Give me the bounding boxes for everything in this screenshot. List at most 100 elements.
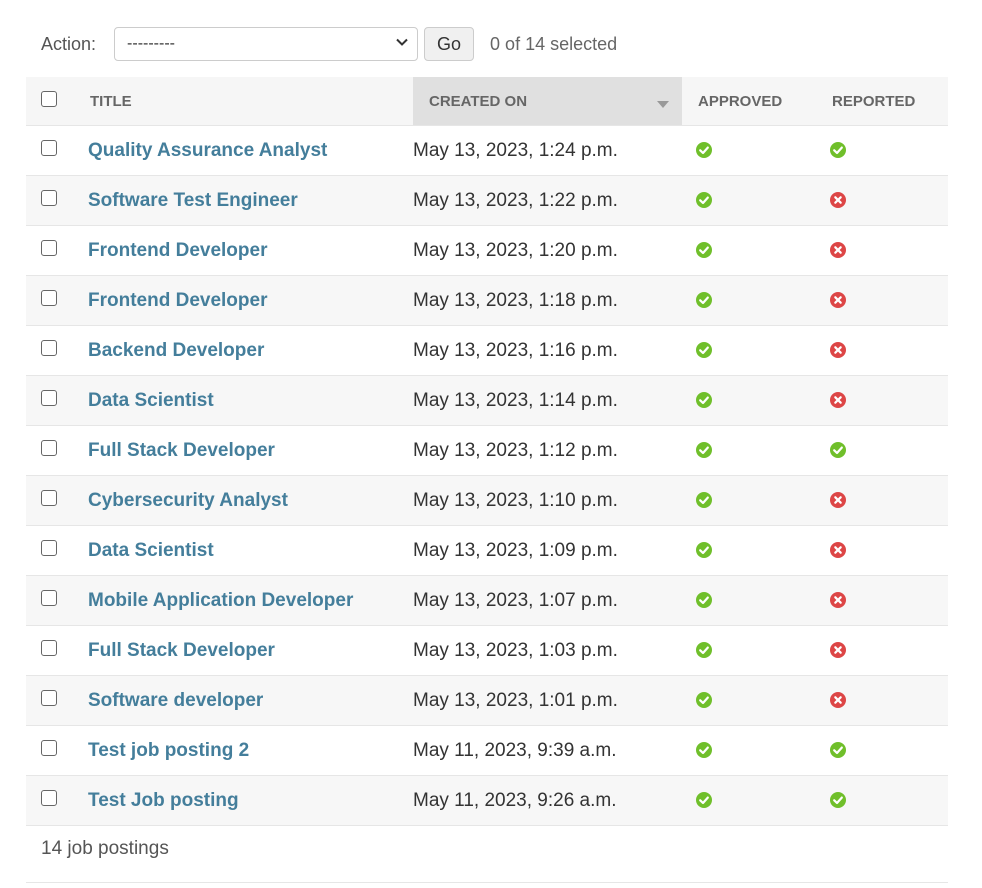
row-checkbox[interactable] (41, 639, 57, 656)
created-on-cell: May 13, 2023, 1:09 p.m. (413, 525, 682, 576)
row-checkbox[interactable] (41, 289, 57, 306)
row-checkbox[interactable] (41, 389, 57, 406)
row-checkbox[interactable] (41, 489, 57, 506)
approved-cell (682, 375, 816, 426)
created-on-value: May 13, 2023, 1:09 p.m. (413, 539, 618, 561)
column-header-created-on[interactable]: CREATED ON (413, 77, 682, 126)
title-cell: Frontend Developer (74, 225, 413, 276)
row-checkbox[interactable] (41, 689, 57, 706)
created-on-cell: May 11, 2023, 9:39 a.m. (413, 725, 682, 776)
row-select-cell (26, 425, 74, 476)
actions-bar: Action: --------- Go 0 of 14 selected (41, 26, 617, 62)
table-row: Mobile Application Developer May 13, 2023… (26, 575, 948, 626)
job-title-link[interactable]: Software developer (88, 690, 263, 711)
job-title-link[interactable]: Full Stack Developer (88, 440, 275, 461)
results-table: TITLE CREATED ON APPROVED REPORTED Quali… (26, 77, 948, 826)
check-circle-icon (830, 792, 846, 809)
table-row: Frontend Developer May 13, 2023, 1:20 p.m… (26, 225, 948, 276)
column-header-title[interactable]: TITLE (74, 77, 413, 126)
job-title-link[interactable]: Cybersecurity Analyst (88, 490, 288, 511)
created-on-cell: May 13, 2023, 1:10 p.m. (413, 475, 682, 526)
x-circle-icon (830, 292, 846, 309)
title-cell: Cybersecurity Analyst (74, 475, 413, 526)
approved-cell (682, 425, 816, 476)
table-row: Full Stack Developer May 13, 2023, 1:12 p… (26, 425, 948, 476)
column-header-approved[interactable]: APPROVED (682, 77, 816, 126)
title-cell: Full Stack Developer (74, 425, 413, 476)
created-on-value: May 13, 2023, 1:03 p.m. (413, 639, 618, 661)
select-all-checkbox[interactable] (41, 91, 57, 107)
created-on-value: May 13, 2023, 1:16 p.m. (413, 339, 618, 361)
created-on-cell: May 13, 2023, 1:18 p.m. (413, 275, 682, 326)
check-circle-icon (696, 492, 712, 509)
row-checkbox[interactable] (41, 589, 57, 606)
x-circle-icon (830, 542, 846, 559)
row-checkbox[interactable] (41, 539, 57, 556)
row-checkbox[interactable] (41, 789, 57, 806)
job-title-link[interactable]: Test job posting 2 (88, 740, 249, 761)
check-circle-icon (696, 692, 712, 709)
table-row: Frontend Developer May 13, 2023, 1:18 p.m… (26, 275, 948, 326)
created-on-cell: May 13, 2023, 1:07 p.m. (413, 575, 682, 626)
column-header-reported[interactable]: REPORTED (816, 77, 948, 126)
created-on-cell: May 13, 2023, 1:12 p.m. (413, 425, 682, 476)
x-circle-icon (830, 692, 846, 709)
table-header-row: TITLE CREATED ON APPROVED REPORTED (26, 77, 948, 126)
job-title-link[interactable]: Test Job posting (88, 790, 239, 811)
job-title-link[interactable]: Frontend Developer (88, 290, 267, 311)
job-title-link[interactable]: Frontend Developer (88, 240, 267, 261)
job-title-link[interactable]: Full Stack Developer (88, 640, 275, 661)
check-circle-icon (830, 142, 846, 159)
created-on-cell: May 13, 2023, 1:20 p.m. (413, 225, 682, 276)
row-select-cell (26, 275, 74, 326)
reported-cell (816, 375, 948, 426)
job-title-link[interactable]: Data Scientist (88, 540, 214, 561)
created-on-cell: May 13, 2023, 1:22 p.m. (413, 175, 682, 226)
approved-cell (682, 725, 816, 776)
job-title-link[interactable]: Mobile Application Developer (88, 590, 353, 611)
title-cell: Data Scientist (74, 525, 413, 576)
row-select-cell (26, 175, 74, 226)
reported-cell (816, 125, 948, 176)
table-row: Software Test Engineer May 13, 2023, 1:22… (26, 175, 948, 226)
footer-divider (26, 882, 948, 883)
row-select-cell (26, 625, 74, 676)
check-circle-icon (830, 742, 846, 759)
row-checkbox[interactable] (41, 189, 57, 206)
job-title-link[interactable]: Quality Assurance Analyst (88, 140, 327, 161)
table-row: Cybersecurity Analyst May 13, 2023, 1:10 … (26, 475, 948, 526)
sort-descending-icon[interactable] (657, 101, 669, 108)
table-row: Test Job posting May 11, 2023, 9:26 a.m. (26, 775, 948, 826)
title-cell: Data Scientist (74, 375, 413, 426)
approved-cell (682, 625, 816, 676)
action-select[interactable]: --------- (114, 27, 419, 61)
job-title-link[interactable]: Backend Developer (88, 340, 264, 361)
job-title-link[interactable]: Data Scientist (88, 390, 214, 411)
check-circle-icon (696, 392, 712, 409)
x-circle-icon (830, 492, 846, 509)
reported-cell (816, 475, 948, 526)
created-on-value: May 13, 2023, 1:24 p.m. (413, 139, 618, 161)
row-checkbox[interactable] (41, 739, 57, 756)
check-circle-icon (696, 142, 712, 159)
row-checkbox[interactable] (41, 239, 57, 256)
row-checkbox[interactable] (41, 139, 57, 156)
row-select-cell (26, 475, 74, 526)
title-cell: Backend Developer (74, 325, 413, 376)
row-checkbox[interactable] (41, 439, 57, 456)
check-circle-icon (696, 792, 712, 809)
created-on-value: May 13, 2023, 1:12 p.m. (413, 439, 618, 461)
job-title-link[interactable]: Software Test Engineer (88, 190, 298, 211)
approved-cell (682, 525, 816, 576)
row-checkbox[interactable] (41, 339, 57, 356)
reported-cell (816, 325, 948, 376)
created-on-value: May 13, 2023, 1:07 p.m. (413, 589, 618, 611)
row-select-cell (26, 525, 74, 576)
approved-cell (682, 575, 816, 626)
reported-cell (816, 575, 948, 626)
row-select-cell (26, 325, 74, 376)
approved-cell (682, 775, 816, 826)
reported-cell (816, 175, 948, 226)
go-button[interactable]: Go (424, 27, 475, 61)
check-circle-icon (696, 192, 712, 209)
